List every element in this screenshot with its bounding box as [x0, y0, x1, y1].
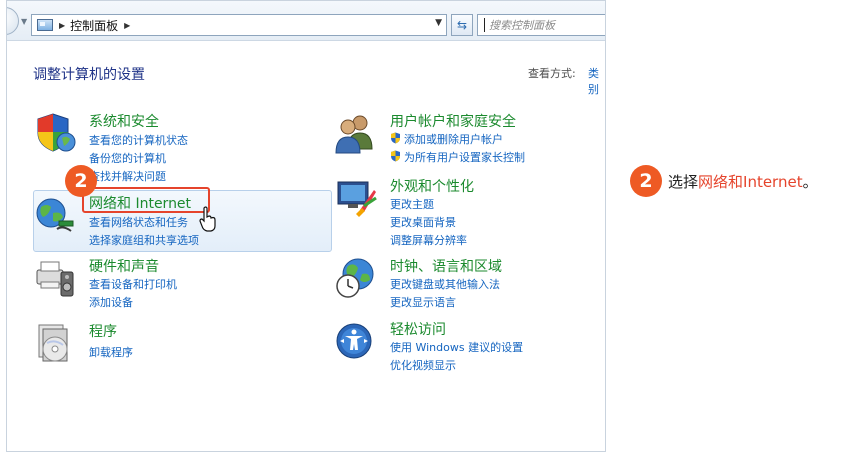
- view-by-label: 查看方式:: [528, 67, 576, 80]
- breadcrumb-separator-icon[interactable]: ▶: [59, 21, 65, 30]
- link-change-keyboard[interactable]: 更改键盘或其他输入法: [390, 276, 500, 292]
- link-change-display-language[interactable]: 更改显示语言: [390, 294, 456, 310]
- monitor-paintbrush-icon[interactable]: [334, 176, 378, 220]
- view-by-dropdown[interactable]: 类别: [588, 65, 605, 97]
- address-dropdown-icon[interactable]: ▼: [435, 18, 442, 28]
- back-button[interactable]: [7, 7, 19, 35]
- search-input[interactable]: 搜索控制面板: [477, 14, 605, 36]
- control-panel-icon: [37, 19, 53, 31]
- control-panel-window: ▼ ▶ 控制面板 ▶ ▼ ⇆ 搜索控制面板 调整计算机的设置 查看方式: 类别: [6, 0, 606, 452]
- users-icon[interactable]: [334, 111, 378, 155]
- step-text-suffix: 。: [802, 173, 818, 191]
- search-placeholder: 搜索控制面板: [489, 19, 555, 32]
- category-title[interactable]: 轻松访问: [390, 319, 446, 339]
- programs-disc-icon[interactable]: [33, 321, 77, 365]
- refresh-icon: ⇆: [456, 18, 468, 32]
- breadcrumb-chevron-icon[interactable]: ▶: [124, 21, 130, 30]
- link-adjust-resolution[interactable]: 调整屏幕分辨率: [390, 232, 467, 248]
- uac-shield-icon: [391, 150, 400, 162]
- breadcrumb-control-panel[interactable]: 控制面板: [70, 17, 118, 34]
- ease-of-access-icon[interactable]: [334, 319, 378, 363]
- clock-globe-icon[interactable]: [334, 256, 378, 300]
- link-view-network-status[interactable]: 查看网络状态和任务: [89, 214, 188, 230]
- link-windows-recommended-settings[interactable]: 使用 Windows 建议的设置: [390, 339, 523, 355]
- step-text-highlight: 网络和Internet: [698, 173, 803, 191]
- category-title[interactable]: 用户帐户和家庭安全: [390, 111, 516, 131]
- link-optimize-video-display[interactable]: 优化视频显示: [390, 357, 456, 373]
- link-backup-computer[interactable]: 备份您的计算机: [89, 150, 166, 166]
- hand-cursor-icon: [199, 206, 216, 232]
- link-parental-controls[interactable]: 为所有用户设置家长控制: [404, 149, 525, 165]
- system-security-shield-icon[interactable]: [33, 111, 77, 155]
- category-title[interactable]: 时钟、语言和区域: [390, 256, 502, 276]
- link-add-device[interactable]: 添加设备: [89, 294, 133, 310]
- link-devices-printers[interactable]: 查看设备和打印机: [89, 276, 177, 292]
- navigation-toolbar: ▼ ▶ 控制面板 ▶ ▼ ⇆ 搜索控制面板: [7, 1, 605, 41]
- page-title: 调整计算机的设置: [33, 67, 145, 83]
- history-dropdown-icon[interactable]: ▼: [21, 17, 27, 26]
- link-change-theme[interactable]: 更改主题: [390, 196, 434, 212]
- address-bar[interactable]: ▶ 控制面板 ▶ ▼: [31, 14, 447, 36]
- step-instruction: 选择网络和Internet。: [668, 171, 818, 192]
- link-view-computer-status[interactable]: 查看您的计算机状态: [89, 132, 188, 148]
- link-add-remove-users[interactable]: 添加或删除用户帐户: [404, 131, 503, 147]
- text-cursor: [484, 18, 485, 32]
- link-troubleshoot[interactable]: 查找并解决问题: [89, 168, 166, 184]
- step-badge: 2: [65, 165, 97, 197]
- category-title[interactable]: 系统和安全: [89, 111, 159, 131]
- network-globe-icon[interactable]: [33, 193, 77, 237]
- step-text-prefix: 选择: [668, 173, 699, 191]
- step-badge: 2: [630, 165, 662, 197]
- printer-speaker-icon[interactable]: [33, 256, 77, 300]
- refresh-button[interactable]: ⇆: [451, 14, 473, 36]
- category-title[interactable]: 硬件和声音: [89, 256, 159, 276]
- link-change-desktop-background[interactable]: 更改桌面背景: [390, 214, 456, 230]
- highlight-box: [82, 187, 210, 213]
- category-title[interactable]: 外观和个性化: [390, 176, 474, 196]
- category-title[interactable]: 程序: [89, 321, 117, 341]
- link-homegroup-sharing[interactable]: 选择家庭组和共享选项: [89, 232, 199, 248]
- uac-shield-icon: [391, 132, 400, 144]
- link-uninstall-program[interactable]: 卸载程序: [89, 344, 133, 360]
